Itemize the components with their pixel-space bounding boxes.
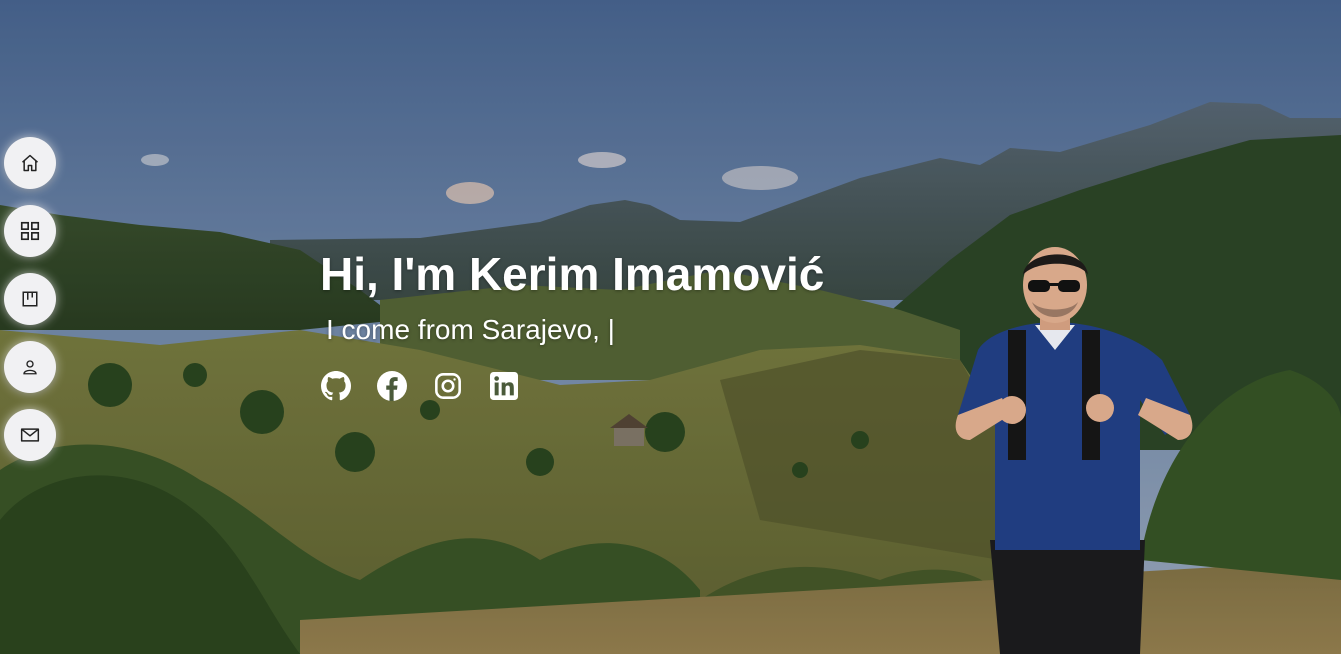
- hero-typed-subtitle: I come from Sarajevo, |: [326, 314, 615, 345]
- user-icon: [21, 358, 39, 376]
- nav-home-button[interactable]: [4, 137, 56, 189]
- social-links: [321, 370, 824, 406]
- hero-section: Hi, I'm Kerim Imamović I come from Saraj…: [0, 0, 1341, 654]
- hero-content: Hi, I'm Kerim Imamović I come from Saraj…: [320, 248, 824, 403]
- nav-about-button[interactable]: [4, 341, 56, 393]
- profile-photo-person: [940, 240, 1210, 654]
- kanban-icon: [21, 290, 39, 308]
- instagram-link[interactable]: [433, 372, 463, 405]
- facebook-link[interactable]: [377, 370, 407, 406]
- side-navigation: [4, 137, 56, 461]
- facebook-icon: [377, 370, 407, 406]
- github-icon: [321, 370, 351, 406]
- nav-contact-button[interactable]: [4, 409, 56, 461]
- hero-title: Hi, I'm Kerim Imamović: [320, 248, 825, 300]
- grid-icon: [19, 220, 41, 242]
- github-link[interactable]: [321, 370, 351, 406]
- linkedin-icon: [490, 371, 518, 405]
- linkedin-link[interactable]: [489, 371, 519, 405]
- nav-projects-button[interactable]: [4, 273, 56, 325]
- nav-portfolio-button[interactable]: [4, 205, 56, 257]
- home-icon: [20, 153, 40, 173]
- instagram-icon: [434, 372, 462, 405]
- mail-icon: [20, 426, 40, 444]
